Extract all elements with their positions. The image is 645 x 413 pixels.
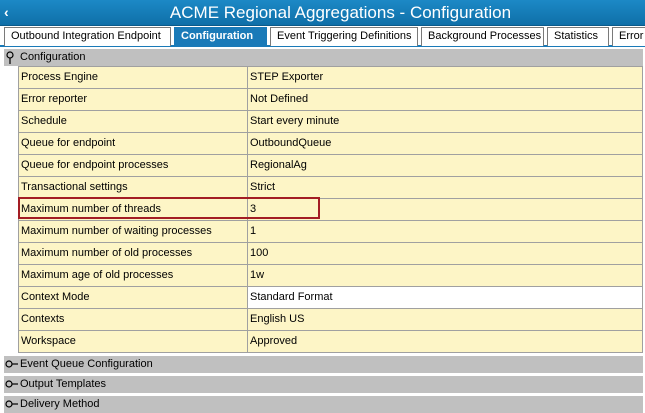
property-name: Maximum number of threads [18,199,248,220]
table-row[interactable]: Workspace Approved [18,331,643,353]
tab-event-triggering-definitions[interactable]: Event Triggering Definitions [270,27,418,46]
tab-statistics[interactable]: Statistics [547,27,609,46]
property-value[interactable]: STEP Exporter [248,67,643,88]
property-name: Transactional settings [18,177,248,198]
table-row[interactable]: Contexts English US [18,309,643,331]
table-row[interactable]: Maximum number of threads 3 [18,199,643,221]
section-label: Output Templates [20,378,107,390]
table-row[interactable]: Queue for endpoint processes RegionalAg [18,155,643,177]
property-value[interactable]: OutboundQueue [248,133,643,154]
table-row[interactable]: Queue for endpoint OutboundQueue [18,133,643,155]
section-delivery-method-header[interactable]: Delivery Method [4,396,643,413]
section-configuration-header[interactable]: Configuration [4,49,643,66]
property-name: Schedule [18,111,248,132]
table-row[interactable]: Maximum number of waiting processes 1 [18,221,643,243]
section-label: Event Queue Configuration [20,358,153,370]
property-name: Context Mode [18,287,248,308]
tab-background-processes[interactable]: Background Processes [421,27,544,46]
table-row[interactable]: Context Mode Standard Format [18,287,643,309]
property-name: Maximum age of old processes [18,265,248,286]
property-value[interactable]: Approved [248,331,643,352]
property-value[interactable]: 1w [248,265,643,286]
table-row[interactable]: Transactional settings Strict [18,177,643,199]
property-value[interactable]: 1 [248,221,643,242]
tab-error[interactable]: Error [612,27,645,46]
pin-collapsed-icon[interactable] [4,356,20,373]
property-value[interactable]: Start every minute [248,111,643,132]
table-row[interactable]: Process Engine STEP Exporter [18,67,643,89]
section-event-queue-configuration-header[interactable]: Event Queue Configuration [4,356,643,373]
tab-outbound-integration-endpoint[interactable]: Outbound Integration Endpoint [4,27,171,46]
property-value[interactable]: Strict [248,177,643,198]
section-label: Delivery Method [20,398,100,410]
property-value[interactable]: Not Defined [248,89,643,110]
pin-collapsed-icon[interactable] [4,396,20,413]
section-output-templates-header[interactable]: Output Templates [4,376,643,393]
property-name: Contexts [18,309,248,330]
property-value[interactable]: 100 [248,243,643,264]
property-name: Workspace [18,331,248,352]
property-value[interactable]: RegionalAg [248,155,643,176]
table-row[interactable]: Schedule Start every minute [18,111,643,133]
pin-expanded-icon[interactable] [4,49,20,66]
tab-configuration[interactable]: Configuration [174,27,267,46]
property-value[interactable]: English US [248,309,643,330]
property-name: Queue for endpoint [18,133,248,154]
section-label: Configuration [20,51,86,63]
table-row[interactable]: Error reporter Not Defined [18,89,643,111]
property-name: Error reporter [18,89,248,110]
tab-strip: Outbound Integration Endpoint Configurat… [0,26,645,47]
title-bar: ‹ ACME Regional Aggregations - Configura… [0,0,645,26]
property-name: Queue for endpoint processes [18,155,248,176]
table-row[interactable]: Maximum age of old processes 1w [18,265,643,287]
pin-collapsed-icon[interactable] [4,376,20,393]
table-row[interactable]: Maximum number of old processes 100 [18,243,643,265]
property-value[interactable]: 3 [248,199,643,220]
window-title: ACME Regional Aggregations - Configurati… [169,3,512,22]
property-name: Process Engine [18,67,248,88]
property-value[interactable]: Standard Format [248,287,643,308]
property-name: Maximum number of old processes [18,243,248,264]
property-name: Maximum number of waiting processes [18,221,248,242]
